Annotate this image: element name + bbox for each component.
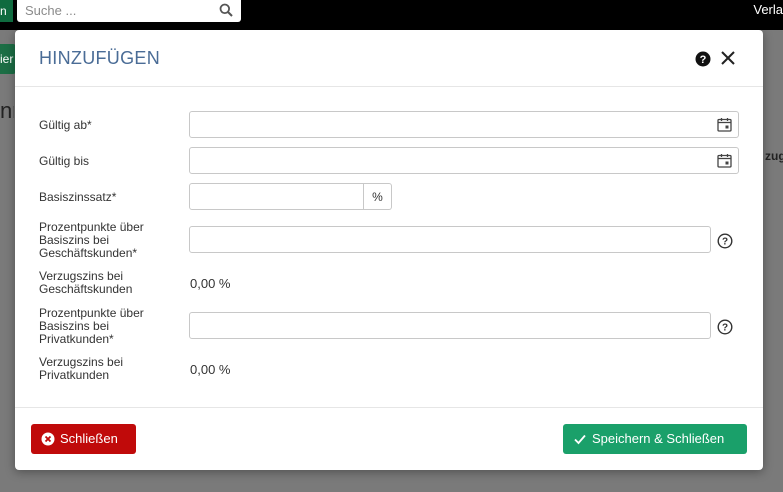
label-verzugszins-privatkunden: Verzugszins bei Privatkunden: [39, 356, 123, 382]
svg-text:?: ?: [700, 54, 707, 66]
check-icon: [574, 434, 586, 445]
x-circle-icon: [41, 432, 55, 446]
calendar-icon[interactable]: [717, 153, 732, 168]
search-box[interactable]: Suche ...: [17, 0, 241, 22]
label-line: Geschäftskunden: [39, 282, 133, 296]
svg-text:?: ?: [722, 323, 728, 334]
dialog-title: HINZUFÜGEN: [39, 48, 160, 68]
question-circle-icon[interactable]: ?: [717, 319, 733, 335]
verzugszins-privatkunden-value: 0,00 %: [190, 362, 231, 377]
label-prozentpunkte-geschaeftskunden: Prozentpunkte über Basiszins bei Geschäf…: [39, 221, 144, 260]
nav-green-tab-label: n: [0, 4, 7, 18]
add-dialog: HINZUFÜGEN ? Gültig ab* Gültig bis Basis…: [15, 30, 763, 470]
label-gueltig-ab: Gültig ab*: [39, 118, 92, 132]
nav-green-tab[interactable]: n: [0, 0, 13, 22]
gueltig-ab-input[interactable]: [189, 111, 739, 138]
help-icon[interactable]: ?: [695, 51, 711, 67]
background-heading: nr: [0, 98, 14, 123]
label-basiszinssatz: Basiszinssatz*: [39, 190, 117, 204]
gueltig-bis-input[interactable]: [189, 147, 739, 174]
close-button[interactable]: Schließen: [31, 424, 136, 454]
top-bar-right-text[interactable]: Verla: [753, 2, 783, 17]
label-line: Privatkunden*: [39, 332, 114, 346]
label-verzugszins-geschaeftskunden: Verzugszins bei Geschäftskunden: [39, 270, 132, 296]
close-icon[interactable]: [718, 48, 738, 68]
svg-text:?: ?: [722, 237, 728, 248]
search-icon[interactable]: [219, 3, 233, 17]
background-column-header: zugs: [765, 149, 783, 163]
calendar-icon[interactable]: [717, 117, 732, 132]
label-line: Privatkunden: [39, 368, 110, 382]
label-prozentpunkte-privatkunden: Prozentpunkte über Basiszins bei Privatk…: [39, 307, 144, 346]
background-green-button[interactable]: ier: [0, 44, 16, 74]
dialog-header: HINZUFÜGEN ?: [15, 30, 763, 87]
prozentpunkte-privatkunden-input[interactable]: [189, 312, 711, 339]
close-button-label: Schließen: [60, 431, 118, 446]
verzugszins-geschaeftskunden-value: 0,00 %: [190, 276, 231, 291]
search-input[interactable]: Suche ...: [25, 3, 76, 18]
label-gueltig-bis: Gültig bis: [39, 154, 90, 168]
question-circle-icon[interactable]: ?: [717, 233, 733, 249]
percent-addon: %: [364, 183, 392, 210]
basiszinssatz-input[interactable]: [189, 183, 364, 210]
dialog-footer: Schließen Speichern & Schließen: [15, 407, 763, 470]
background-green-button-label: ier: [0, 52, 14, 66]
save-and-close-button[interactable]: Speichern & Schließen: [563, 424, 747, 454]
prozentpunkte-geschaeftskunden-input[interactable]: [189, 226, 711, 253]
save-and-close-button-label: Speichern & Schließen: [592, 431, 725, 446]
label-line: Geschäftskunden*: [39, 246, 138, 260]
